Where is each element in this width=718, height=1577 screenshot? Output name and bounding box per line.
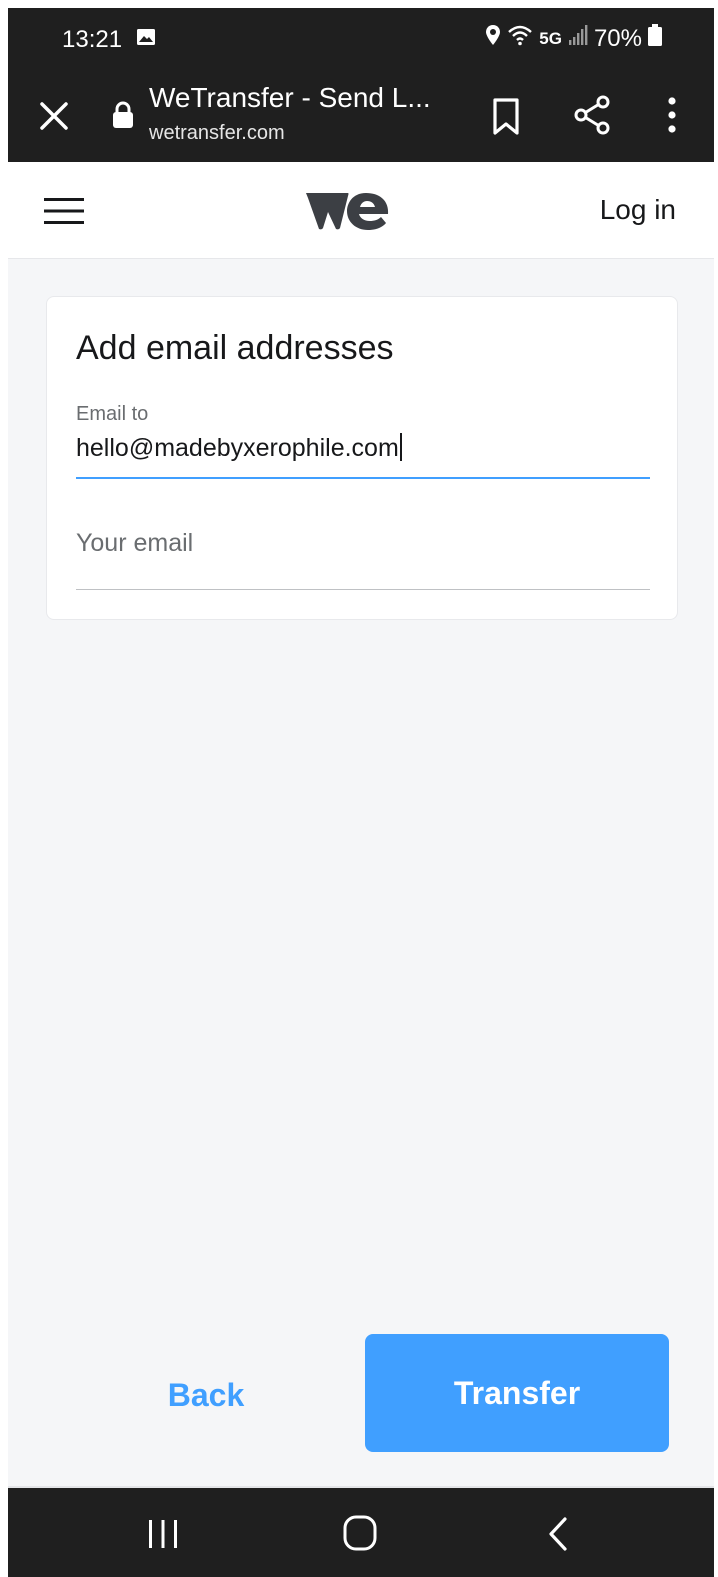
more-vert-icon[interactable] <box>660 94 684 136</box>
page-title: WeTransfer - Send L... <box>149 82 431 113</box>
lock-icon <box>111 100 135 130</box>
wetransfer-logo[interactable] <box>304 190 390 232</box>
login-link[interactable]: Log in <box>600 194 676 226</box>
close-icon[interactable] <box>36 98 72 134</box>
home-icon[interactable] <box>342 1514 378 1552</box>
browser-toolbar: WeTransfer - Send L... wetransfer.com <box>8 70 714 162</box>
screen: 13:21 5G 70% WeTransfer - Send L... wetr… <box>8 8 714 1577</box>
back-button[interactable]: Back <box>126 1365 286 1425</box>
back-icon[interactable] <box>546 1516 570 1552</box>
bookmark-icon[interactable] <box>488 96 524 136</box>
hamburger-menu-icon[interactable] <box>44 196 84 226</box>
email-form-card: Add email addresses Email to hello@madeb… <box>46 296 678 620</box>
system-nav-bar <box>8 1488 714 1577</box>
signal-icon <box>568 24 588 53</box>
share-icon[interactable] <box>572 94 612 136</box>
battery-icon <box>648 24 662 53</box>
form-title: Add email addresses <box>76 329 394 367</box>
site-header: Log in <box>8 162 714 259</box>
page-url: wetransfer.com <box>149 122 285 144</box>
gallery-icon <box>136 28 156 46</box>
email-to-value: hello@madebyxerophile.com <box>76 434 399 462</box>
transfer-button[interactable]: Transfer <box>365 1334 669 1452</box>
recents-icon[interactable] <box>146 1518 180 1550</box>
status-time: 13:21 <box>62 26 123 53</box>
email-to-label: Email to <box>76 403 149 425</box>
network-type: 5G <box>539 28 562 48</box>
your-email-underline <box>76 589 650 590</box>
email-to-underline <box>76 477 650 479</box>
text-cursor <box>399 433 402 461</box>
status-indicators: 5G 70% <box>485 24 662 53</box>
battery-percent: 70% <box>593 24 642 52</box>
email-to-input[interactable]: hello@madebyxerophile.com <box>76 433 402 463</box>
location-icon <box>485 24 501 53</box>
your-email-input[interactable]: Your email <box>76 529 193 558</box>
wifi-icon <box>507 24 533 53</box>
status-bar: 13:21 5G 70% <box>8 8 714 70</box>
